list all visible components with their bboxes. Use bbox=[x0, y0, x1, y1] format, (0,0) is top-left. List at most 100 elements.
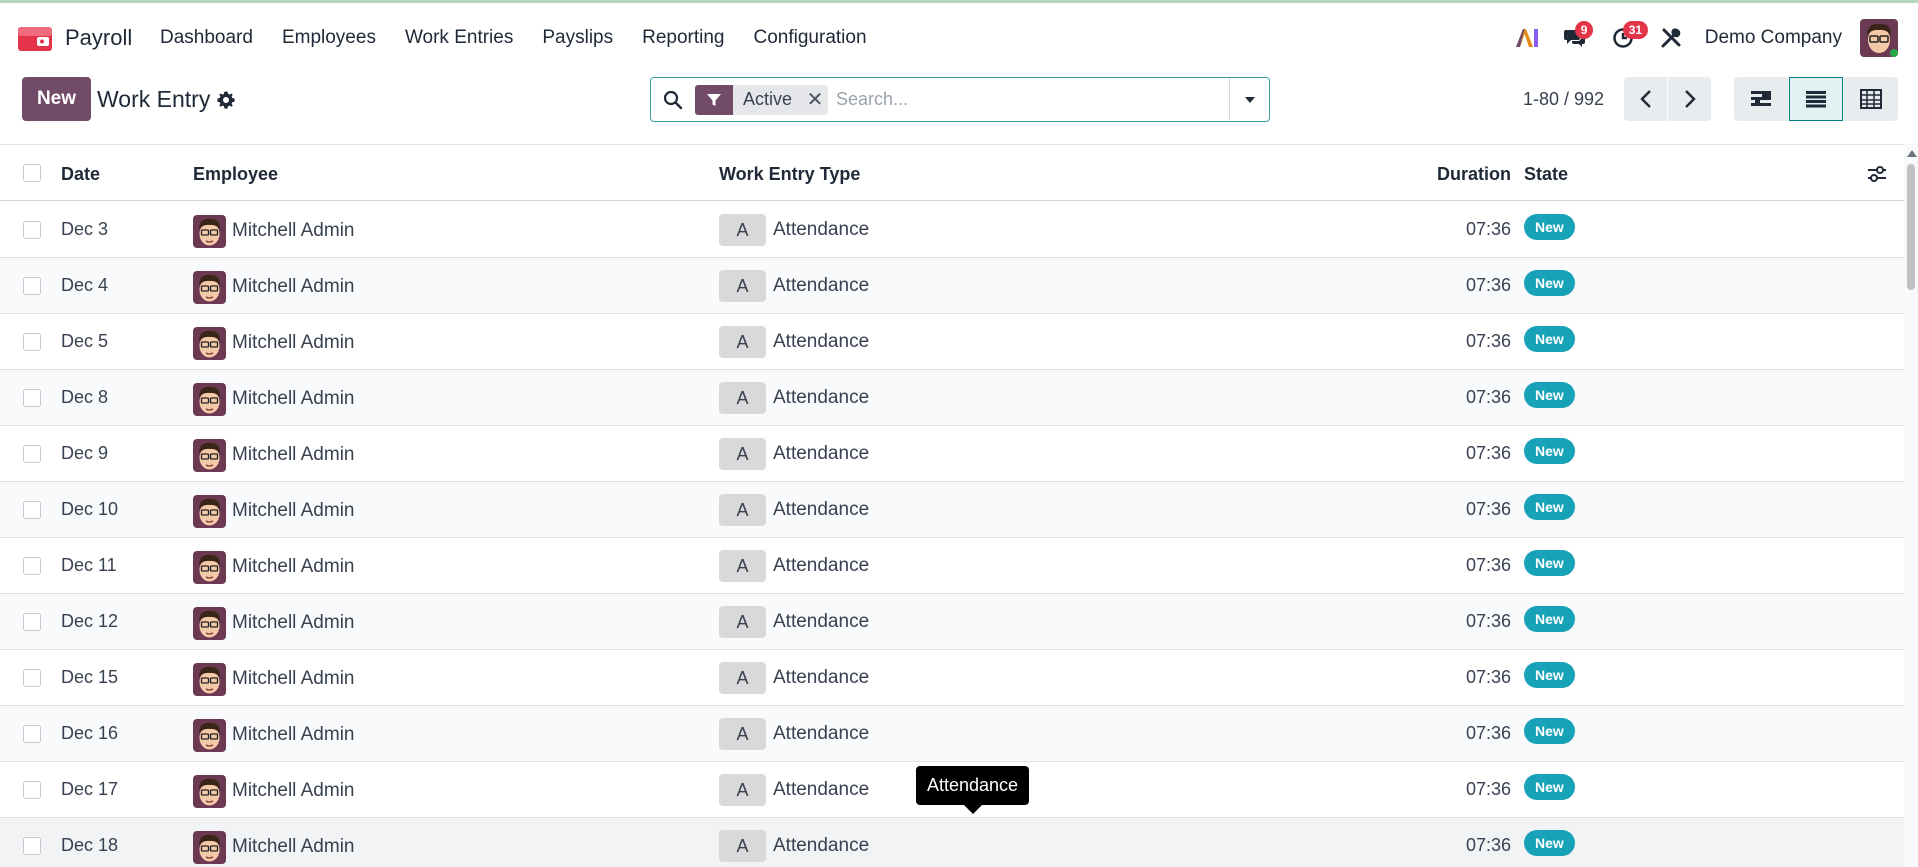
row-checkbox[interactable] bbox=[23, 389, 41, 407]
table-row[interactable]: Dec 4 Mitchell Admin A Attendance 07:36 … bbox=[0, 258, 1904, 314]
row-date: Dec 12 bbox=[61, 611, 119, 631]
table-row[interactable]: Dec 12 Mitchell Admin A Attendance 07:36… bbox=[0, 594, 1904, 650]
column-employee[interactable]: Employee bbox=[193, 164, 278, 185]
row-checkbox[interactable] bbox=[23, 725, 41, 743]
work-entry-type-code: A bbox=[719, 270, 766, 302]
facet-remove-icon[interactable]: ✕ bbox=[802, 85, 828, 115]
work-entry-type-code: A bbox=[719, 718, 766, 750]
messages-badge: 9 bbox=[1574, 21, 1594, 39]
page-title: Work Entry bbox=[97, 86, 211, 112]
status-badge: New bbox=[1524, 550, 1575, 576]
search-bar: Active ✕ bbox=[650, 77, 1270, 122]
column-duration[interactable]: Duration bbox=[1437, 164, 1511, 185]
tooltip: Attendance bbox=[916, 766, 1030, 814]
view-pivot-button[interactable] bbox=[1844, 77, 1898, 121]
work-entry-type-code: A bbox=[719, 774, 766, 806]
row-date: Dec 17 bbox=[61, 779, 119, 799]
work-entry-type-code: A bbox=[719, 662, 766, 694]
new-button[interactable]: New bbox=[22, 77, 91, 121]
row-checkbox[interactable] bbox=[23, 781, 41, 799]
table-row[interactable]: Dec 18 Mitchell Admin A Attendance 07:36… bbox=[0, 818, 1904, 867]
company-switcher[interactable]: Demo Company bbox=[1705, 27, 1842, 49]
menu-payslips[interactable]: Payslips bbox=[542, 27, 613, 49]
row-duration: 07:36 bbox=[1465, 219, 1511, 239]
search-input[interactable] bbox=[832, 79, 1229, 120]
row-duration: 07:36 bbox=[1465, 275, 1511, 295]
menu-employees[interactable]: Employees bbox=[282, 27, 376, 49]
employee-avatar bbox=[193, 551, 226, 584]
row-checkbox[interactable] bbox=[23, 837, 41, 855]
scroll-thumb[interactable] bbox=[1907, 164, 1915, 290]
menu-configuration[interactable]: Configuration bbox=[754, 27, 867, 49]
status-badge: New bbox=[1524, 774, 1575, 800]
status-badge: New bbox=[1524, 438, 1575, 464]
search-options-toggle[interactable] bbox=[1229, 78, 1269, 121]
pager-next-button[interactable] bbox=[1668, 77, 1711, 121]
menu-dashboard[interactable]: Dashboard bbox=[160, 27, 253, 49]
employee-avatar bbox=[193, 831, 226, 864]
row-checkbox[interactable] bbox=[23, 613, 41, 631]
employee-avatar bbox=[193, 775, 226, 808]
row-checkbox[interactable] bbox=[23, 557, 41, 575]
row-duration: 07:36 bbox=[1465, 667, 1511, 687]
row-date: Dec 3 bbox=[61, 219, 109, 239]
activities-icon[interactable]: 31 bbox=[1603, 18, 1649, 58]
table-row[interactable]: Dec 15 Mitchell Admin A Attendance 07:36… bbox=[0, 650, 1904, 706]
row-employee: Mitchell Admin bbox=[232, 836, 355, 857]
row-checkbox[interactable] bbox=[23, 669, 41, 687]
work-entry-type-code: A bbox=[719, 494, 766, 526]
vertical-scrollbar[interactable] bbox=[1904, 144, 1918, 867]
view-gantt-button[interactable] bbox=[1734, 77, 1788, 121]
column-work-entry-type[interactable]: Work Entry Type bbox=[719, 164, 860, 185]
row-checkbox[interactable] bbox=[23, 501, 41, 519]
work-entry-type-code: A bbox=[719, 382, 766, 414]
table-row[interactable]: Dec 3 Mitchell Admin A Attendance 07:36 … bbox=[0, 202, 1904, 258]
optional-columns-icon[interactable] bbox=[1866, 163, 1888, 185]
row-duration: 07:36 bbox=[1465, 779, 1511, 799]
view-list-button[interactable] bbox=[1789, 77, 1843, 121]
row-work-entry-type: Attendance bbox=[773, 331, 870, 352]
column-state[interactable]: State bbox=[1524, 164, 1568, 185]
gantt-view-icon bbox=[1751, 91, 1771, 106]
row-date: Dec 10 bbox=[61, 499, 119, 519]
row-work-entry-type: Attendance bbox=[773, 499, 870, 520]
row-checkbox[interactable] bbox=[23, 333, 41, 351]
row-work-entry-type: Attendance bbox=[773, 387, 870, 408]
pager-value[interactable]: 1-80 / 992 bbox=[1523, 89, 1604, 110]
row-employee: Mitchell Admin bbox=[232, 724, 355, 745]
menu-work-entries[interactable]: Work Entries bbox=[405, 27, 513, 49]
payroll-app-icon[interactable] bbox=[18, 24, 52, 52]
facet-label: Active bbox=[743, 89, 793, 109]
table-row[interactable]: Dec 10 Mitchell Admin A Attendance 07:36… bbox=[0, 482, 1904, 538]
work-entry-type-code: A bbox=[719, 214, 766, 246]
scroll-up-arrow[interactable] bbox=[1907, 150, 1917, 157]
table-row[interactable]: Dec 5 Mitchell Admin A Attendance 07:36 … bbox=[0, 314, 1904, 370]
menu-reporting[interactable]: Reporting bbox=[642, 27, 724, 49]
row-employee: Mitchell Admin bbox=[232, 388, 355, 409]
row-employee: Mitchell Admin bbox=[232, 444, 355, 465]
employee-avatar bbox=[193, 327, 226, 360]
status-badge: New bbox=[1524, 718, 1575, 744]
row-checkbox[interactable] bbox=[23, 277, 41, 295]
table-row[interactable]: Dec 11 Mitchell Admin A Attendance 07:36… bbox=[0, 538, 1904, 594]
employee-avatar bbox=[193, 439, 226, 472]
column-date[interactable]: Date bbox=[61, 164, 100, 185]
user-avatar[interactable] bbox=[1860, 19, 1898, 57]
select-all-checkbox[interactable] bbox=[23, 164, 41, 182]
row-date: Dec 16 bbox=[61, 723, 119, 743]
ai-icon[interactable] bbox=[1507, 18, 1547, 58]
gear-icon[interactable] bbox=[216, 90, 236, 110]
messages-icon[interactable]: 9 bbox=[1555, 18, 1595, 58]
pager-previous-button[interactable] bbox=[1624, 77, 1667, 121]
employee-avatar bbox=[193, 663, 226, 696]
search-icon[interactable] bbox=[651, 78, 695, 121]
row-checkbox[interactable] bbox=[23, 221, 41, 239]
row-checkbox[interactable] bbox=[23, 445, 41, 463]
caret-down-icon bbox=[1244, 96, 1255, 103]
tools-icon[interactable] bbox=[1651, 18, 1691, 58]
table-row[interactable]: Dec 8 Mitchell Admin A Attendance 07:36 … bbox=[0, 370, 1904, 426]
table-row[interactable]: Dec 9 Mitchell Admin A Attendance 07:36 … bbox=[0, 426, 1904, 482]
app-name[interactable]: Payroll bbox=[65, 25, 132, 51]
row-date: Dec 8 bbox=[61, 387, 109, 407]
table-row[interactable]: Dec 16 Mitchell Admin A Attendance 07:36… bbox=[0, 706, 1904, 762]
